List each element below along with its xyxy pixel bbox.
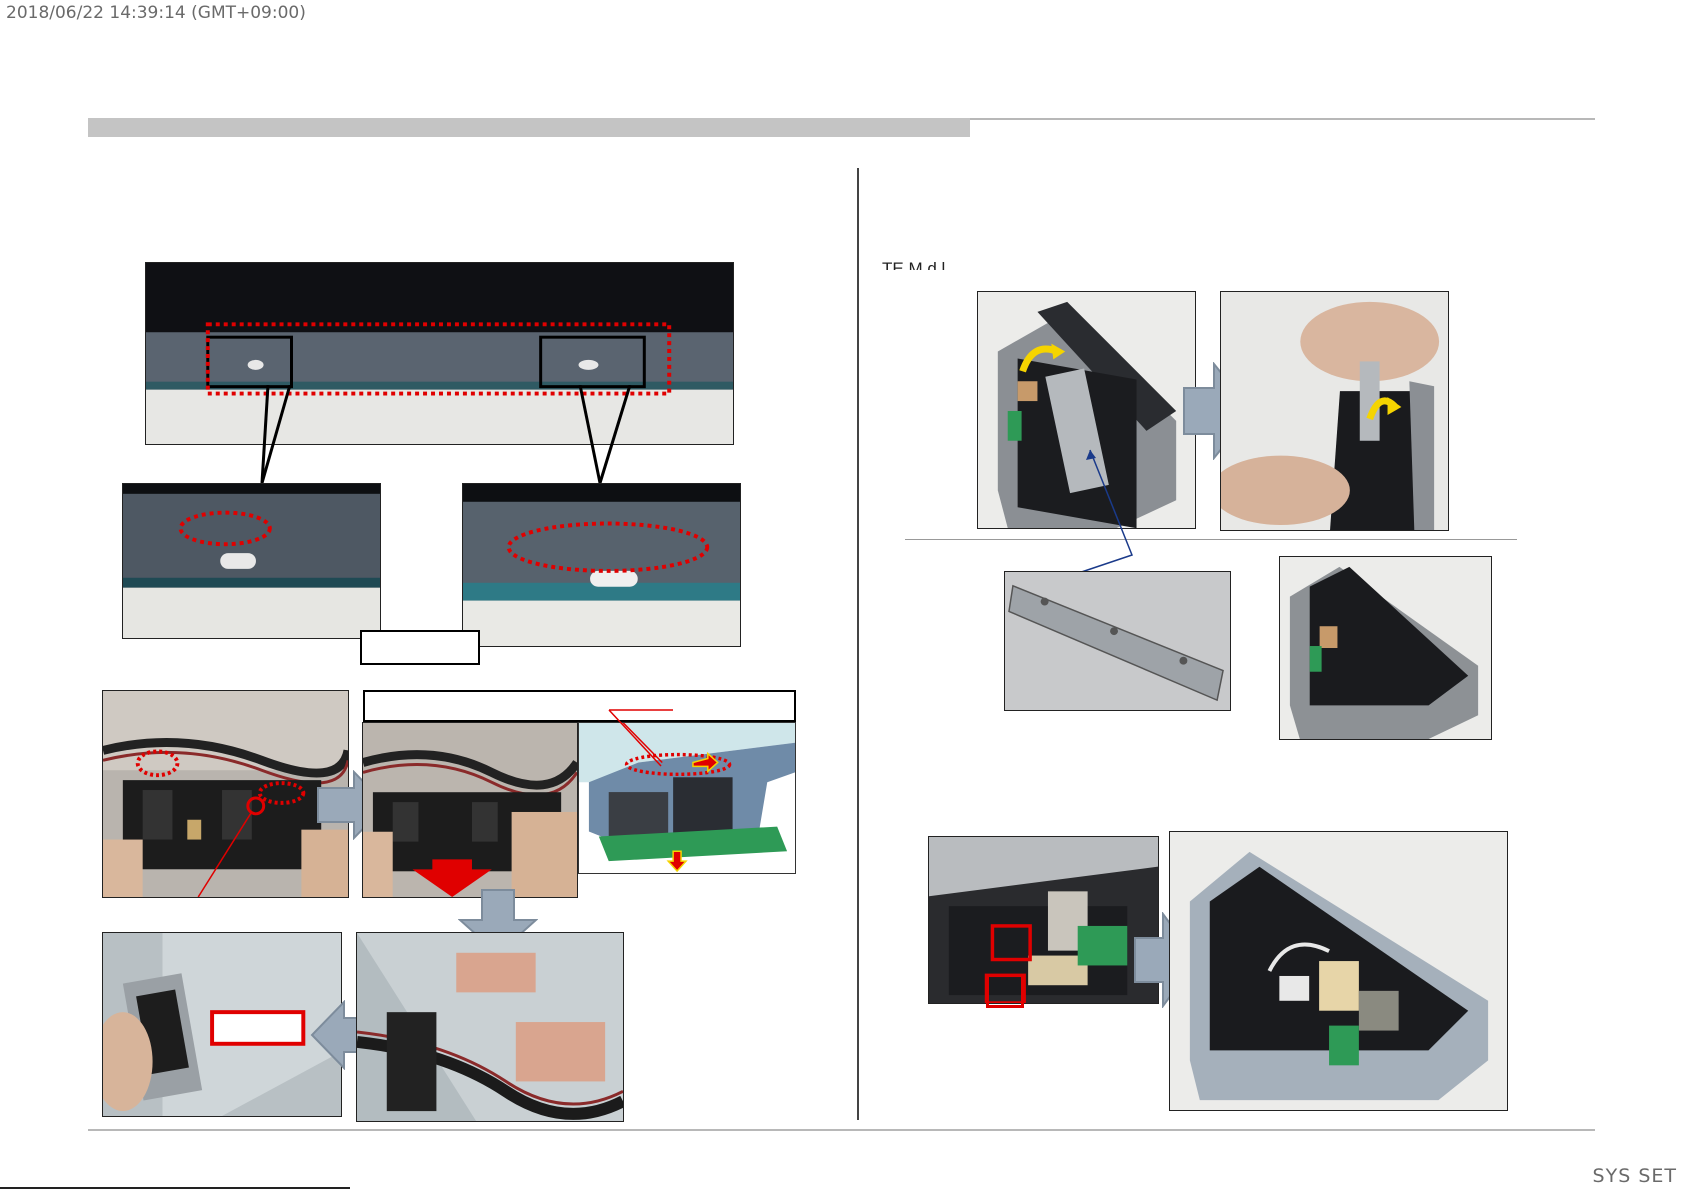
module-final-photo <box>1169 831 1508 1111</box>
bracket-pull-photo <box>1220 291 1449 531</box>
label-box-small <box>360 630 480 665</box>
section-title-bar <box>88 118 970 137</box>
bracket-removed-photo <box>102 932 342 1117</box>
right-section-heading: TE M d l <box>882 259 946 270</box>
connector-photo-b <box>362 722 578 898</box>
footer-label: SYS SET <box>1592 1165 1677 1187</box>
timestamp: 2018/06/22 14:39:14 (GMT+09:00) <box>6 3 306 23</box>
connector-photo-a <box>102 690 349 898</box>
column-divider <box>857 168 859 1120</box>
module-assembled-photo <box>1279 556 1492 740</box>
label-box-wide <box>363 690 796 722</box>
footer-rule <box>88 1129 1595 1131</box>
cable-photo <box>356 932 624 1122</box>
header-rule <box>970 118 1595 120</box>
bracket-photo <box>1004 571 1231 711</box>
footnote-rule <box>0 1187 350 1189</box>
right-divider <box>905 539 1517 540</box>
zoom-photo-right <box>462 483 741 647</box>
diagram-leader-line <box>608 709 673 767</box>
zoom-photo-left <box>122 483 381 639</box>
board-highlight-overflow <box>986 976 1024 1008</box>
board-photo <box>928 836 1159 1004</box>
callout-lines <box>260 385 632 484</box>
